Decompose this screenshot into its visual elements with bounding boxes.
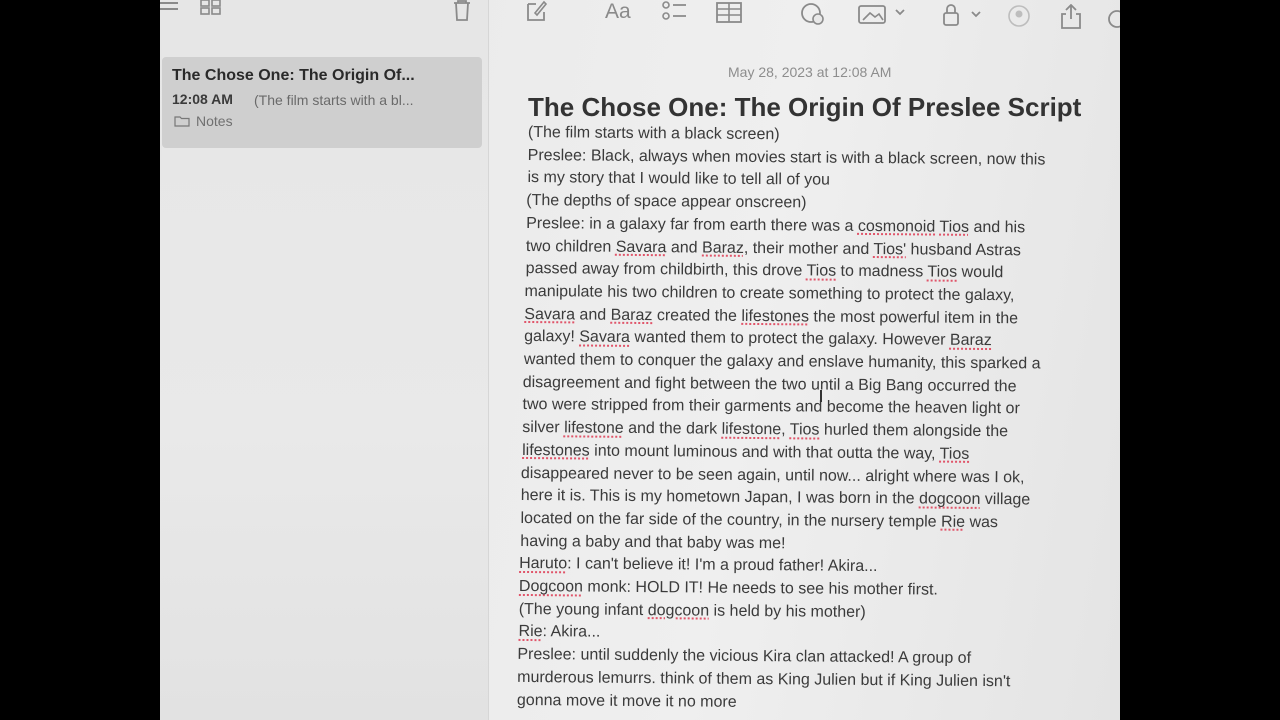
note-list-item-time: 12:08 AM: [172, 91, 233, 107]
compose-icon[interactable]: [526, 0, 548, 22]
folder-icon: [174, 116, 190, 127]
misspelled-word[interactable]: dogcoon: [648, 602, 710, 620]
search-icon[interactable]: [1106, 8, 1120, 28]
lock-icon[interactable]: [942, 4, 986, 26]
misspelled-word[interactable]: Baraz: [950, 332, 992, 349]
misspelled-word[interactable]: lifestone: [564, 419, 624, 437]
misspelled-word[interactable]: Savara: [616, 238, 667, 255]
media-icon[interactable]: [858, 4, 908, 24]
sidebar-icon[interactable]: [160, 0, 180, 14]
misspelled-word[interactable]: Dogcoon: [519, 578, 583, 596]
misspelled-word[interactable]: Savara: [579, 329, 630, 346]
misspelled-word[interactable]: cosmonoid: [858, 218, 936, 236]
misspelled-word[interactable]: dogcoon: [919, 491, 981, 509]
misspelled-word[interactable]: Tios': [873, 241, 906, 258]
misspelled-word[interactable]: Tios: [939, 218, 969, 235]
notes-app-window: The Chose One: The Origin Of... 12:08 AM…: [160, 0, 1120, 720]
misspelled-word[interactable]: lifestone: [722, 421, 782, 439]
misspelled-word[interactable]: Baraz: [611, 306, 653, 323]
table-icon[interactable]: [716, 2, 742, 24]
misspelled-word[interactable]: Tios: [806, 263, 836, 280]
pane-divider[interactable]: [488, 0, 489, 720]
note-body-line: gonna move it move it no more: [516, 691, 737, 711]
misspelled-word[interactable]: Tios: [940, 445, 970, 462]
grid-icon[interactable]: [200, 0, 222, 16]
misspelled-word[interactable]: Rie: [518, 623, 542, 640]
note-list-item-title: The Chose One: The Origin Of...: [172, 67, 415, 84]
note-title[interactable]: The Chose One: The Origin Of Preslee Scr…: [528, 92, 1081, 123]
note-list-item[interactable]: The Chose One: The Origin Of... 12:08 AM…: [162, 57, 482, 148]
misspelled-word[interactable]: Baraz: [702, 239, 744, 256]
collab-icon[interactable]: [800, 2, 826, 26]
note-list-item-folder: Notes: [174, 113, 233, 129]
checklist-icon[interactable]: [662, 0, 688, 24]
misspelled-word[interactable]: Rie: [941, 514, 965, 531]
misspelled-word[interactable]: lifestones: [522, 442, 590, 460]
format-icon[interactable]: Aa: [605, 0, 631, 24]
notes-sidebar: The Chose One: The Origin Of... 12:08 AM…: [160, 0, 488, 720]
note-body[interactable]: (The film starts with a black screen) Pre…: [517, 122, 1118, 717]
misspelled-word[interactable]: lifestones: [741, 307, 809, 325]
trash-icon[interactable]: [452, 0, 472, 22]
misspelled-word[interactable]: Savara: [524, 306, 575, 323]
share-icon[interactable]: [1060, 4, 1082, 30]
misspelled-word[interactable]: Haruto: [519, 555, 567, 572]
text-cursor: [820, 390, 822, 402]
share-collab-icon[interactable]: [1006, 4, 1034, 28]
misspelled-word[interactable]: Tios: [927, 264, 957, 281]
toolbar: Aa: [160, 0, 1120, 30]
note-date: May 28, 2023 at 12:08 AM: [728, 64, 892, 80]
folder-label: Notes: [196, 113, 233, 129]
note-list-item-preview: (The film starts with a bl...: [254, 92, 414, 108]
misspelled-word[interactable]: Tios: [790, 421, 820, 438]
